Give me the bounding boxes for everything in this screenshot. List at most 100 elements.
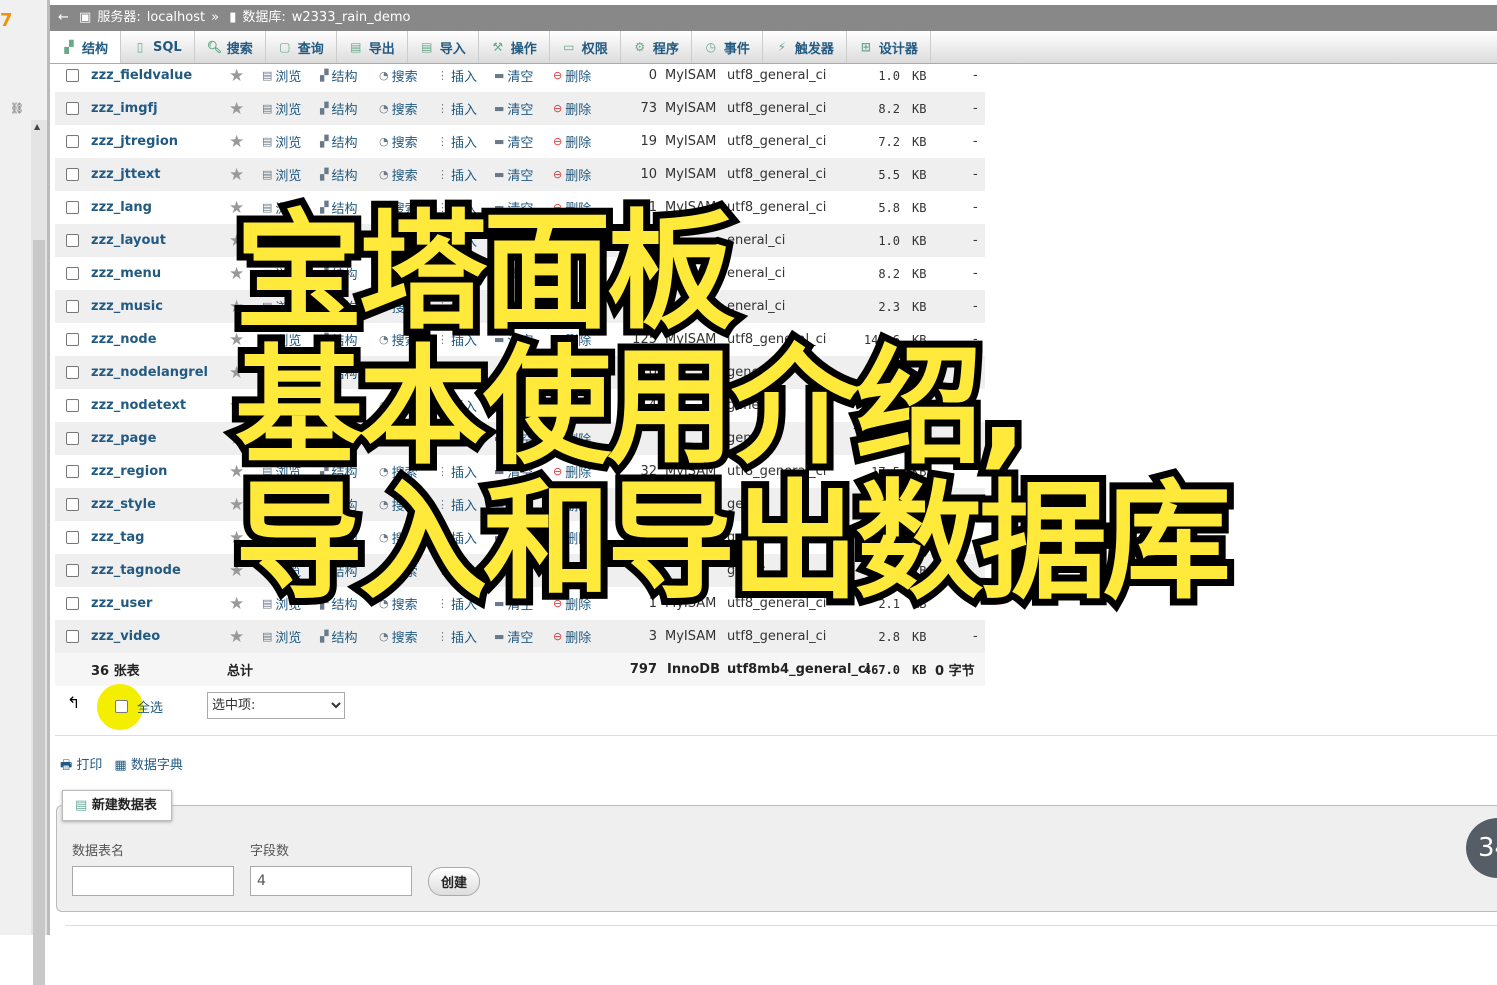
row-checkbox[interactable] bbox=[66, 168, 79, 181]
insert-action[interactable]: ⋮ 插入 bbox=[437, 99, 477, 118]
back-icon[interactable]: ← bbox=[58, 10, 69, 25]
table-name-link[interactable]: zzz_video bbox=[91, 629, 160, 644]
empty-action[interactable]: ▬ 清空 bbox=[494, 627, 533, 646]
table-name-link[interactable]: zzz_tagnode bbox=[91, 563, 181, 578]
row-checkbox[interactable] bbox=[66, 267, 79, 280]
drop-action[interactable]: ⊖ 删除 bbox=[553, 627, 591, 646]
table-name-link[interactable]: zzz_lang bbox=[91, 200, 152, 215]
row-checkbox[interactable] bbox=[66, 531, 79, 544]
row-checkbox[interactable] bbox=[66, 234, 79, 247]
table-name-link[interactable]: zzz_fieldvalue bbox=[91, 68, 192, 83]
search-action[interactable]: ◔ 搜索 bbox=[379, 132, 418, 151]
table-name-link[interactable]: zzz_layout bbox=[91, 233, 166, 248]
scrollbar[interactable]: ▲ bbox=[31, 120, 47, 985]
table-name-link[interactable]: zzz_nodelangrel bbox=[91, 365, 208, 380]
row-checkbox[interactable] bbox=[66, 333, 79, 346]
browse-action[interactable]: ▤ 浏览 bbox=[262, 627, 301, 646]
insert-action[interactable]: ⋮ 插入 bbox=[437, 66, 477, 85]
db-link[interactable]: w2333_rain_demo bbox=[292, 10, 411, 25]
row-checkbox[interactable] bbox=[66, 399, 79, 412]
table-name-link[interactable]: zzz_nodetext bbox=[91, 398, 186, 413]
structure-action[interactable]: ▞ 结构 bbox=[320, 66, 357, 85]
favorite-star-icon[interactable]: ★ bbox=[229, 132, 244, 152]
drop-action[interactable]: ⊖ 删除 bbox=[553, 165, 591, 184]
insert-action[interactable]: ⋮ 插入 bbox=[437, 132, 477, 151]
row-checkbox[interactable] bbox=[66, 564, 79, 577]
row-checkbox[interactable] bbox=[66, 432, 79, 445]
size-unit: KB bbox=[912, 629, 927, 644]
data-dictionary-link[interactable]: ▦ 数据字典 bbox=[114, 754, 182, 778]
favorite-star-icon[interactable]: ★ bbox=[229, 165, 244, 185]
scroll-up-icon[interactable]: ▲ bbox=[34, 122, 40, 131]
row-checkbox[interactable] bbox=[66, 366, 79, 379]
insert-action[interactable]: ⋮ 插入 bbox=[437, 627, 477, 646]
row-checkbox[interactable] bbox=[66, 300, 79, 313]
size-unit: KB bbox=[912, 134, 927, 149]
drop-icon: ⊖ bbox=[553, 102, 563, 115]
fields-count-input[interactable] bbox=[250, 866, 412, 896]
divider bbox=[65, 925, 1497, 926]
empty-action[interactable]: ▬ 清空 bbox=[494, 66, 533, 85]
insert-action[interactable]: ⋮ 插入 bbox=[437, 165, 477, 184]
table-name-link[interactable]: zzz_jtregion bbox=[91, 134, 178, 149]
row-checkbox[interactable] bbox=[66, 69, 79, 82]
row-checkbox[interactable] bbox=[66, 465, 79, 478]
structure-action[interactable]: ▞ 结构 bbox=[320, 627, 357, 646]
drop-action[interactable]: ⊖ 删除 bbox=[553, 99, 591, 118]
tab-label: 设计器 bbox=[878, 41, 918, 57]
drop-action[interactable]: ⊖ 删除 bbox=[553, 66, 591, 85]
favorite-star-icon[interactable]: ★ bbox=[229, 66, 244, 86]
table-name-link[interactable]: zzz_style bbox=[91, 497, 156, 512]
database-icon: ▮ bbox=[229, 10, 237, 25]
row-checkbox[interactable] bbox=[66, 135, 79, 148]
select-all-checkbox[interactable] bbox=[115, 700, 128, 713]
empty-action[interactable]: ▬ 清空 bbox=[494, 99, 533, 118]
row-checkbox[interactable] bbox=[66, 498, 79, 511]
total-label: 总计 bbox=[227, 664, 254, 679]
browse-icon: ▤ bbox=[262, 102, 273, 115]
favorite-star-icon[interactable]: ★ bbox=[229, 627, 244, 647]
select-all-label[interactable]: 全选 bbox=[137, 697, 163, 716]
link-icon[interactable]: ⛓ bbox=[10, 102, 24, 115]
row-checkbox[interactable] bbox=[66, 201, 79, 214]
table-name-link[interactable]: zzz_region bbox=[91, 464, 167, 479]
create-button[interactable]: 创建 bbox=[428, 867, 480, 896]
search-action[interactable]: ◔ 搜索 bbox=[379, 99, 418, 118]
row-checkbox[interactable] bbox=[66, 102, 79, 115]
empty-action[interactable]: ▬ 清空 bbox=[494, 132, 533, 151]
browse-action[interactable]: ▤ 浏览 bbox=[262, 165, 301, 184]
favorite-star-icon[interactable]: ★ bbox=[229, 99, 244, 119]
tab-label: 触发器 bbox=[794, 41, 834, 57]
table-name-link[interactable]: zzz_jttext bbox=[91, 167, 161, 182]
browse-action[interactable]: ▤ 浏览 bbox=[262, 99, 301, 118]
table-name-link[interactable]: zzz_user bbox=[91, 596, 152, 611]
table-name-link[interactable]: zzz_imgfj bbox=[91, 101, 158, 116]
structure-icon: ▞ bbox=[320, 630, 329, 643]
total-unit: KB bbox=[912, 662, 927, 677]
table-name-link[interactable]: zzz_page bbox=[91, 431, 156, 446]
structure-action[interactable]: ▞ 结构 bbox=[320, 99, 357, 118]
table-name-input[interactable] bbox=[72, 866, 234, 896]
structure-action[interactable]: ▞ 结构 bbox=[320, 165, 357, 184]
structure-action[interactable]: ▞ 结构 bbox=[320, 132, 357, 151]
scrollbar-thumb[interactable] bbox=[33, 240, 45, 985]
search-action[interactable]: ◔ 搜索 bbox=[379, 165, 418, 184]
row-checkbox[interactable] bbox=[66, 630, 79, 643]
divider bbox=[55, 735, 1497, 736]
with-selected-dropdown[interactable]: 选中项: bbox=[207, 692, 345, 719]
drop-action[interactable]: ⊖ 删除 bbox=[553, 132, 591, 151]
search-action[interactable]: ◔ 搜索 bbox=[379, 627, 418, 646]
table-name-link[interactable]: zzz_menu bbox=[91, 266, 161, 281]
browse-action[interactable]: ▤ 浏览 bbox=[262, 132, 301, 151]
row-checkbox[interactable] bbox=[66, 597, 79, 610]
overhead: - bbox=[973, 68, 978, 83]
table-row: zzz_jtregion ★ ▤ 浏览 ▞ 结构 ◔ 搜索 ⋮ 插入 ▬ 清空 ⊖ 删除 19 MyISAM u… bbox=[55, 125, 985, 158]
table-name-link[interactable]: zzz_music bbox=[91, 299, 163, 314]
empty-action[interactable]: ▬ 清空 bbox=[494, 165, 533, 184]
table-name-link[interactable]: zzz_node bbox=[91, 332, 157, 347]
browse-action[interactable]: ▤ 浏览 bbox=[262, 66, 301, 85]
print-link[interactable]: 🖶 打印 bbox=[60, 754, 102, 778]
search-action[interactable]: ◔ 搜索 bbox=[379, 66, 418, 85]
server-link[interactable]: localhost bbox=[147, 10, 205, 25]
table-name-link[interactable]: zzz_tag bbox=[91, 530, 145, 545]
